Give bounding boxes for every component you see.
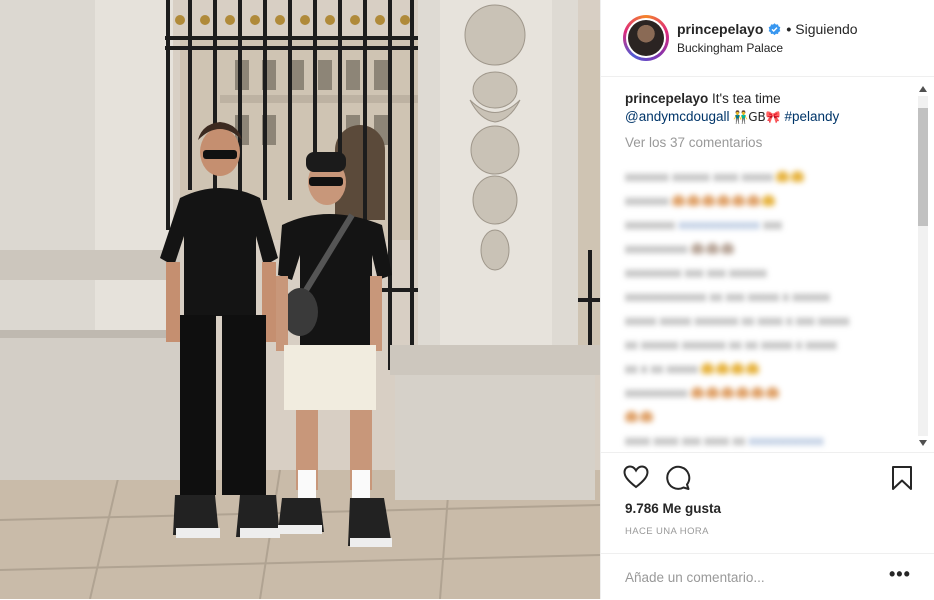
post-image bbox=[0, 0, 600, 599]
comment-bubble-icon[interactable] bbox=[665, 465, 691, 491]
list-item: xxxxxxxxxx bbox=[625, 242, 895, 254]
list-item: xxxxxxxxxxxxx xx xxx xxxxx x xxxxxx bbox=[625, 290, 830, 302]
caption-text: It's tea time bbox=[712, 91, 781, 106]
post-caption: princepelayo It's tea time @andymcdougal… bbox=[625, 90, 910, 126]
list-item: xx xxxxxx xxxxxxx xx xx xxxxx x xxxxx bbox=[625, 338, 837, 350]
caption-hashtag[interactable]: #pelandy bbox=[784, 109, 839, 124]
list-item: xxxxxxx xxxxxx xxxx xxxxx bbox=[625, 170, 895, 182]
caption-mention[interactable]: @andymcdougall bbox=[625, 109, 730, 124]
heart-icon[interactable] bbox=[623, 465, 649, 489]
following-button[interactable]: Siguiendo bbox=[795, 21, 857, 37]
post-header: princepelayo • Siguiendo Buckingham Pala… bbox=[601, 0, 934, 77]
likes-count[interactable]: 9.786 Me gusta bbox=[625, 501, 721, 516]
list-item: xxxxxxxx xxxxxxxxxxxxx xxx bbox=[625, 218, 782, 230]
scroll-thumb[interactable] bbox=[918, 108, 928, 226]
comment-input[interactable] bbox=[623, 566, 877, 588]
separator-dot: • bbox=[786, 21, 792, 37]
scroll-up-arrow-icon[interactable] bbox=[919, 86, 927, 92]
list-item: xxxxxxxxxx bbox=[625, 386, 895, 398]
add-comment-bar: ••• bbox=[601, 553, 934, 600]
list-item: xxxxx xxxxx xxxxxxx xx xxxx x xxx xxxxx bbox=[625, 314, 850, 326]
scroll-down-arrow-icon[interactable] bbox=[919, 440, 927, 446]
bookmark-icon[interactable] bbox=[891, 465, 913, 491]
post-username[interactable]: princepelayo bbox=[677, 21, 763, 37]
list-item: xx x xx xxxxx bbox=[625, 362, 895, 374]
list-item: xxxx xxxx xxx xxxx xx xxxxxxxxxxxx bbox=[625, 434, 824, 446]
caption-emoji: 👬GB🎀 bbox=[733, 110, 781, 124]
list-item bbox=[625, 410, 895, 422]
caption-username[interactable]: princepelayo bbox=[625, 91, 708, 106]
header-user-row: princepelayo • Siguiendo bbox=[677, 21, 858, 37]
comments-section[interactable]: princepelayo It's tea time @andymcdougal… bbox=[601, 78, 934, 452]
post-details-panel: princepelayo • Siguiendo Buckingham Pala… bbox=[600, 0, 934, 599]
list-item: xxxxxxx bbox=[625, 194, 895, 206]
list-item: xxxxxxxxx xxx xxx xxxxxx bbox=[625, 266, 767, 278]
view-all-comments-link[interactable]: Ver los 37 comentarios bbox=[625, 135, 762, 150]
post-actions: 9.786 Me gusta HACE UNA HORA ••• bbox=[601, 452, 934, 599]
post-location[interactable]: Buckingham Palace bbox=[677, 41, 783, 55]
post-photo[interactable] bbox=[0, 0, 600, 599]
comments-scrollbar[interactable] bbox=[915, 82, 931, 450]
blurred-comments: xxxxxxx xxxxxx xxxx xxxxx xxxxxxx xxxxxx… bbox=[625, 158, 895, 452]
ellipsis-icon[interactable]: ••• bbox=[889, 564, 911, 585]
post-timestamp[interactable]: HACE UNA HORA bbox=[625, 526, 709, 537]
verified-badge-icon bbox=[769, 22, 781, 35]
avatar[interactable] bbox=[623, 15, 669, 61]
